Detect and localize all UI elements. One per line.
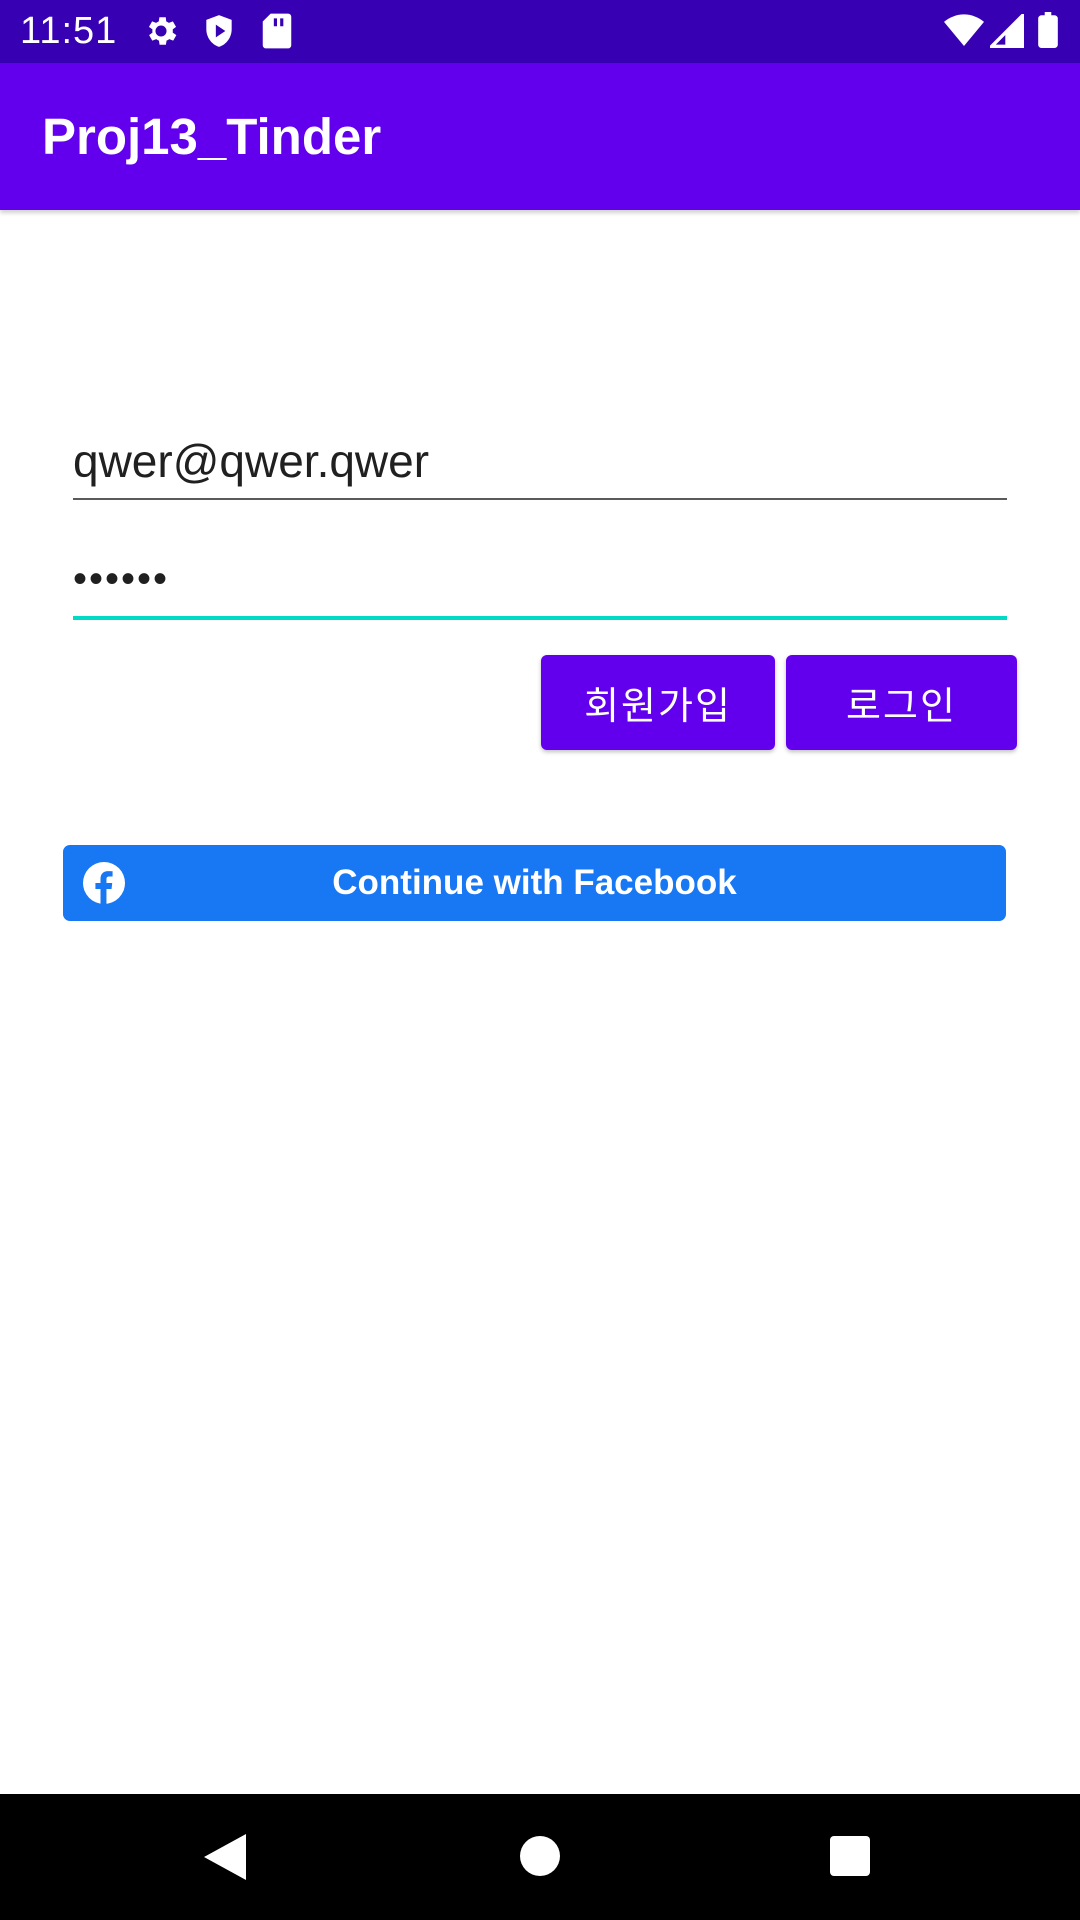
battery-icon (1038, 12, 1058, 53)
login-button[interactable]: 로그인 (786, 655, 1017, 750)
password-value: •••••• (73, 557, 170, 601)
shield-play-icon (200, 12, 238, 55)
app-bar: Proj13_Tinder (0, 63, 1080, 210)
recents-icon[interactable] (830, 1836, 870, 1881)
status-bar: 11:51 (0, 0, 1080, 63)
navigation-bar (0, 1794, 1080, 1920)
back-icon[interactable] (204, 1834, 246, 1885)
facebook-login-button[interactable]: Continue with Facebook (63, 845, 1006, 921)
app-title: Proj13_Tinder (42, 108, 382, 165)
facebook-label: Continue with Facebook (332, 863, 737, 902)
password-underline (73, 616, 1007, 620)
sd-card-icon (260, 12, 294, 55)
gear-icon (142, 12, 180, 55)
home-icon[interactable] (520, 1836, 560, 1881)
password-field[interactable]: •••••• (73, 550, 1007, 620)
email-value: qwer@qwer.qwer (73, 435, 430, 487)
wifi-icon (944, 14, 984, 53)
signup-button[interactable]: 회원가입 (541, 655, 775, 750)
signal-icon (987, 11, 1024, 53)
email-field[interactable]: qwer@qwer.qwer (73, 430, 1007, 500)
status-time: 11:51 (20, 10, 118, 52)
email-underline (73, 498, 1007, 500)
